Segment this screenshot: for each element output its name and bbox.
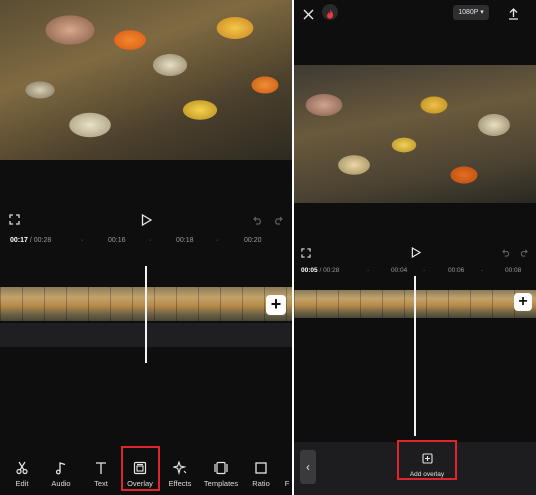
add-clip-button[interactable]: +	[514, 293, 532, 311]
scissors-icon	[2, 455, 42, 479]
text-t-icon	[81, 455, 121, 479]
flame-icon[interactable]	[322, 4, 338, 20]
close-icon[interactable]	[303, 6, 314, 24]
templates-icon	[201, 455, 241, 479]
back-button[interactable]: ‹	[300, 450, 316, 484]
playhead[interactable]	[145, 266, 147, 363]
tool-edit[interactable]: Edit	[2, 450, 42, 495]
ratio-square-icon	[241, 455, 281, 479]
play-icon[interactable]	[141, 208, 152, 230]
playback-controls	[294, 241, 536, 263]
top-bar: 1080P ▾	[294, 0, 536, 26]
right-overlay-panel: 1080P ▾ 00:05 / 00:28 · 00:04 · 00:06 · …	[294, 0, 536, 495]
redo-icon[interactable]	[273, 208, 283, 230]
sparkle-icon	[160, 455, 200, 479]
tool-label: F	[284, 479, 290, 488]
tick-label: 00:04	[391, 267, 408, 274]
tool-label: Text	[94, 479, 108, 488]
tick-label: 00:16	[108, 237, 126, 244]
export-icon[interactable]	[508, 5, 519, 23]
tool-label: Ratio	[252, 479, 270, 488]
tool-effects[interactable]: Effects	[160, 450, 200, 495]
tick-label: 00:18	[176, 237, 194, 244]
tool-label: Audio	[51, 479, 71, 488]
time-separator: /	[29, 237, 32, 244]
tool-audio[interactable]: Audio	[41, 450, 81, 495]
left-editor-panel: 00:17 / 00:28 · 00:16 · 00:18 · 00:20 + …	[0, 0, 292, 495]
undo-icon[interactable]	[502, 241, 511, 263]
fullscreen-icon[interactable]	[301, 241, 311, 263]
music-note-icon	[41, 455, 81, 479]
chevron-down-icon: ▾	[480, 9, 484, 16]
playhead[interactable]	[414, 276, 416, 436]
playback-controls	[0, 208, 292, 230]
add-clip-button[interactable]: +	[266, 295, 286, 315]
time-separator: /	[319, 267, 322, 274]
tool-ratio[interactable]: Ratio	[241, 450, 281, 495]
current-time: 00:05	[301, 267, 318, 274]
fullscreen-icon[interactable]	[9, 208, 20, 230]
tool-text[interactable]: Text	[81, 450, 121, 495]
resolution-value: 1080P	[458, 9, 479, 16]
total-time: 00:28	[323, 267, 340, 274]
tool-label: Edit	[15, 479, 29, 488]
tool-templates[interactable]: Templates	[201, 450, 241, 495]
current-time: 00:17	[10, 237, 28, 244]
overlay-highlight-box	[121, 446, 160, 491]
time-ruler: 00:17 / 00:28 · 00:16 · 00:18 · 00:20	[10, 237, 262, 244]
tick-label: 00:20	[244, 237, 262, 244]
undo-icon[interactable]	[253, 208, 263, 230]
tick-label: 00:08	[505, 267, 522, 274]
tick-label: 00:06	[448, 267, 465, 274]
play-icon[interactable]	[411, 241, 421, 263]
resolution-dropdown[interactable]: 1080P ▾	[453, 5, 489, 20]
video-preview[interactable]	[294, 65, 536, 203]
total-time: 00:28	[33, 237, 52, 244]
tool-label: Templates	[203, 479, 239, 488]
video-preview[interactable]	[0, 0, 292, 160]
tool-label: Effects	[168, 479, 192, 488]
add-overlay-highlight-box	[397, 440, 457, 480]
redo-icon[interactable]	[519, 241, 528, 263]
tool-more[interactable]: F	[282, 450, 292, 495]
